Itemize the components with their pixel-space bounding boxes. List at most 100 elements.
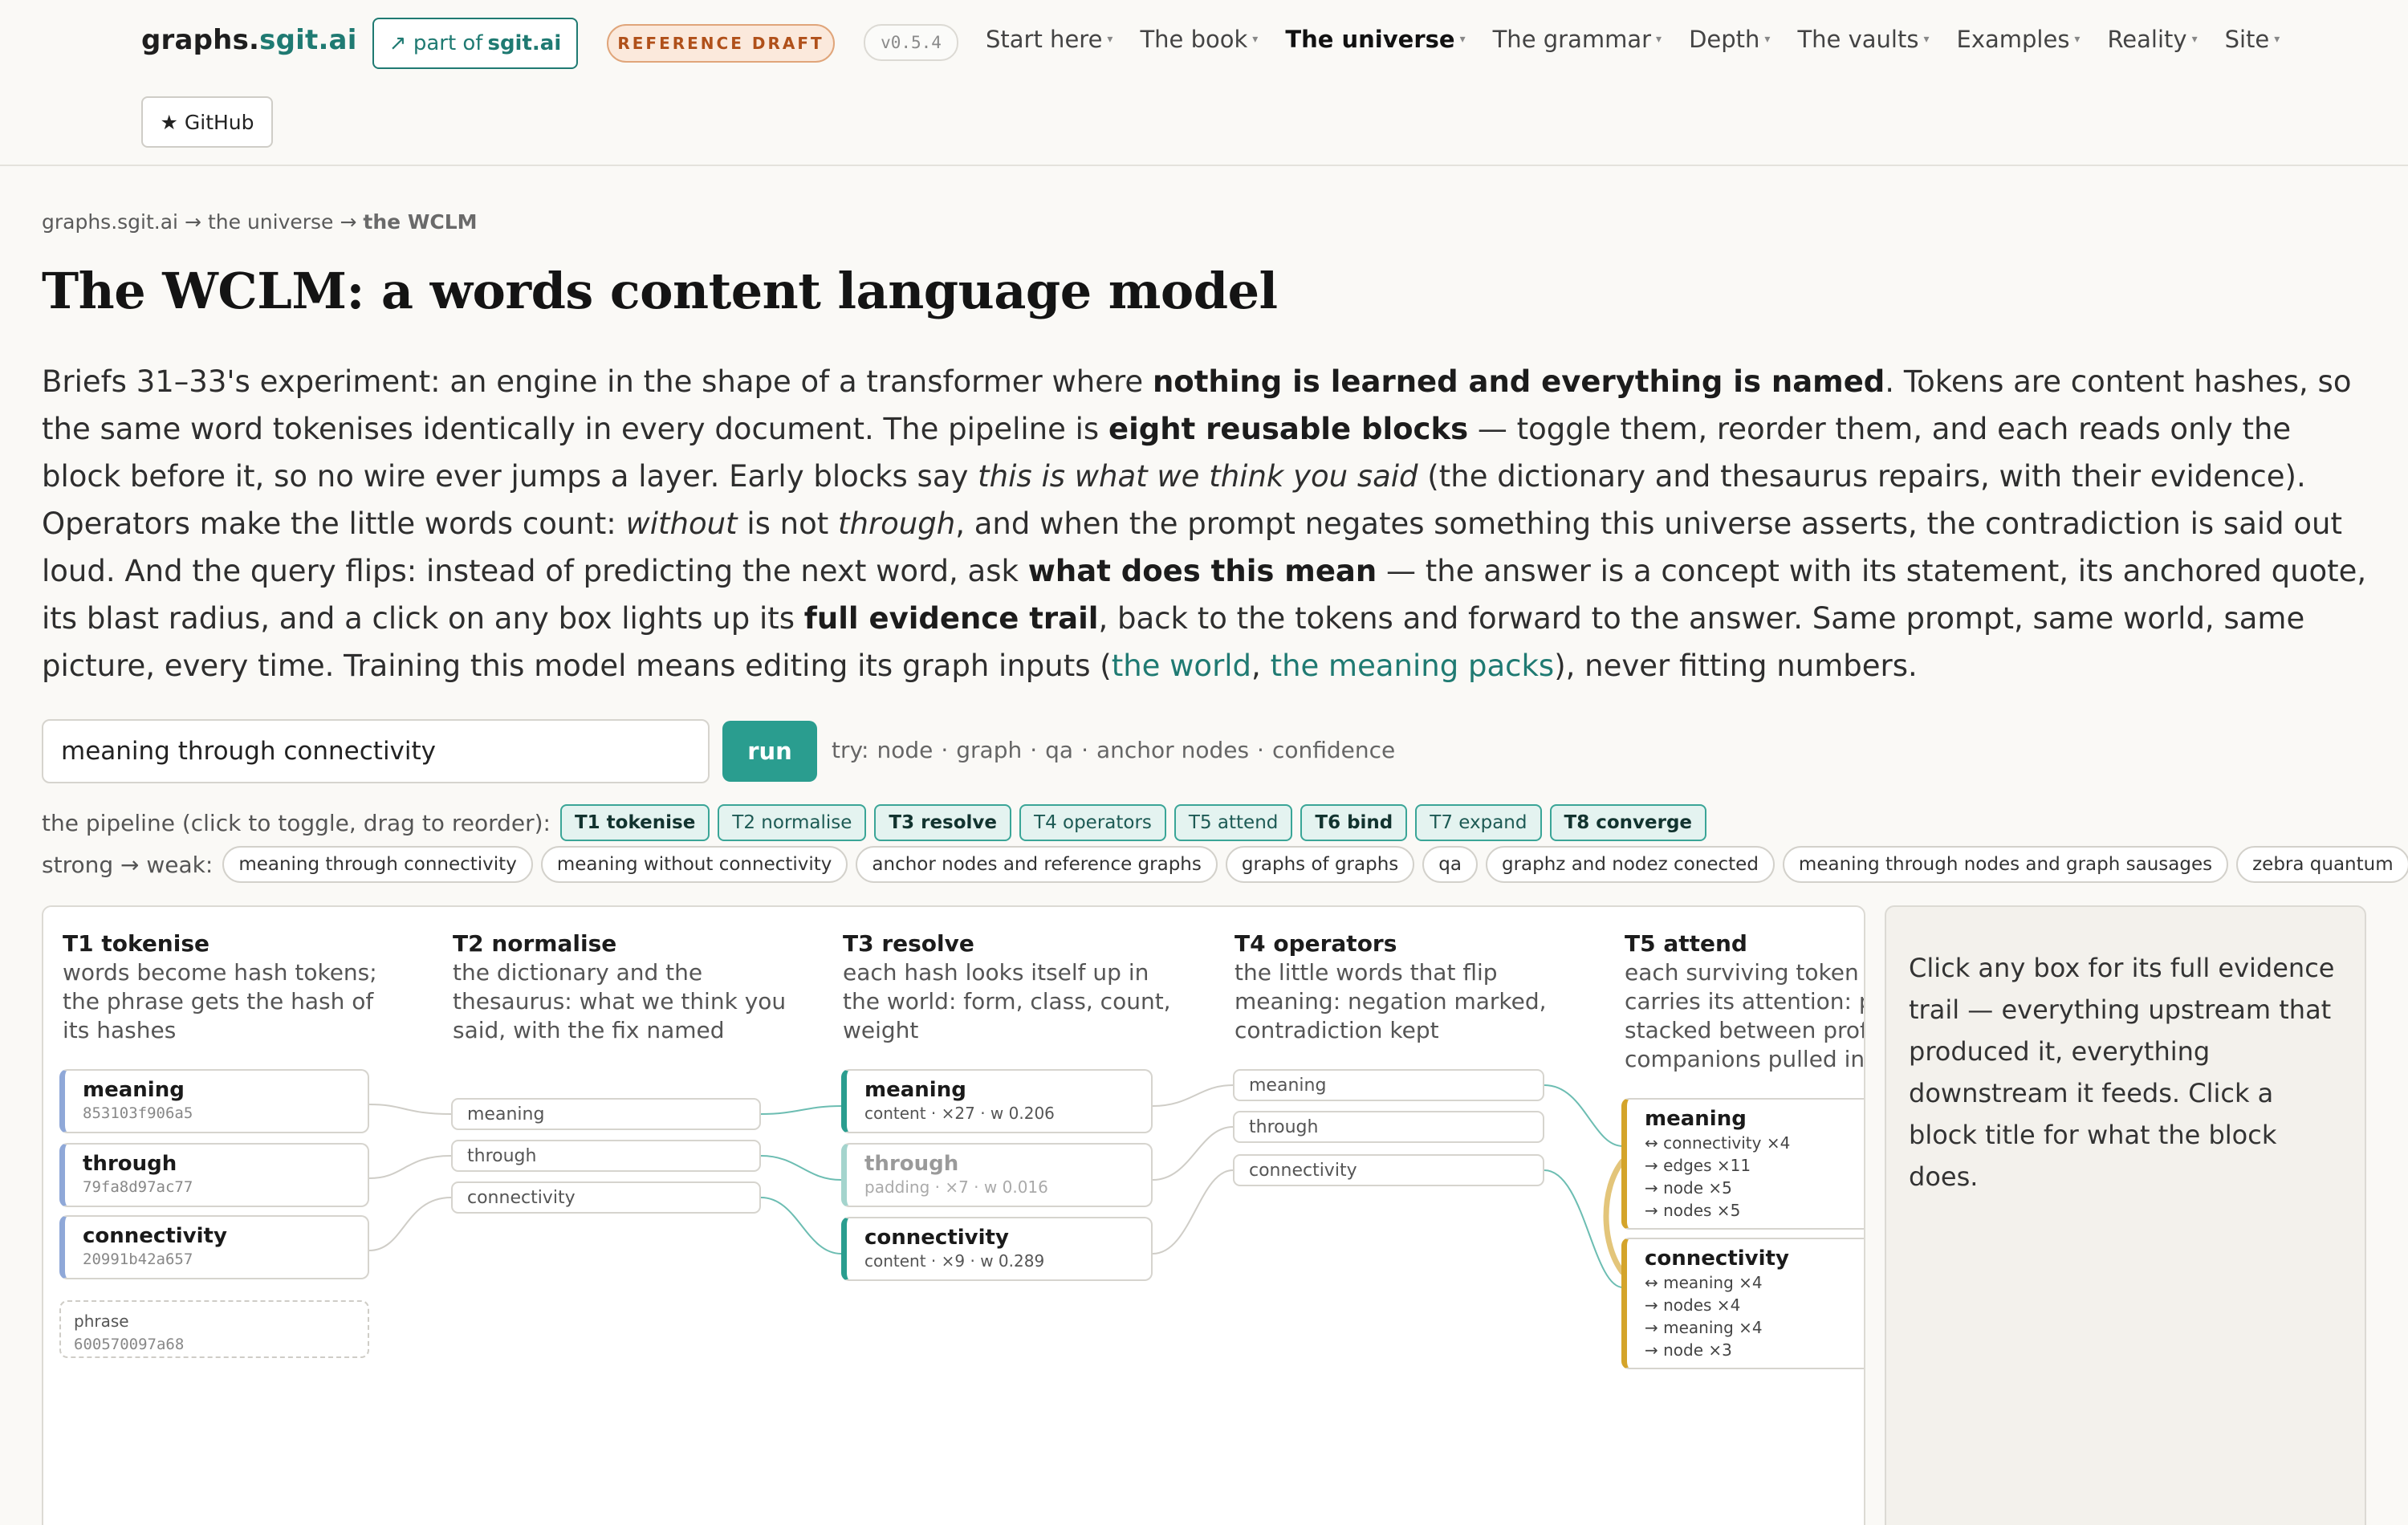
block-t3-header[interactable]: T3 resolve each hash looks itself up in … [843,929,1180,1045]
nav-start-here[interactable]: Start here ▾ [986,26,1112,53]
normalised-word-box[interactable]: meaning [451,1098,761,1130]
attended-token-box[interactable]: meaning ↔ connectivity ×4 → edges ×11 → … [1621,1098,1864,1230]
resolved-token-box[interactable]: meaning content · ×27 · w 0.206 [841,1069,1153,1133]
example-prompt-pill[interactable]: meaning through nodes and graph sausages [1782,846,2229,883]
part-of-sgit-link[interactable]: ↗ part of sgit.ai [372,18,578,69]
resolved-word: meaning [864,1078,966,1102]
try-item-qa[interactable]: qa [1045,737,1073,763]
token-box[interactable]: connectivity 20991b42a657 [59,1215,369,1279]
phrase-box[interactable]: phrase 600570097a68 [59,1300,369,1358]
attention-link: → nodes ×5 [1645,1201,1741,1220]
example-prompt-pill[interactable]: graphs of graphs [1225,846,1415,883]
block-t2-header[interactable]: T2 normalise the dictionary and the thes… [453,929,790,1045]
site-brand[interactable]: graphs.sgit.ai [141,24,357,56]
block-chip-t4-operators[interactable]: T4 operators [1019,804,1166,841]
wire [760,1155,842,1181]
resolved-token-box[interactable]: connectivity content · ×9 · w 0.289 [841,1217,1153,1281]
token-box[interactable]: meaning 853103f906a5 [59,1069,369,1133]
breadcrumb: graphs.sgit.ai → the universe → the WCLM [42,210,478,234]
intro-italic: through [838,506,956,541]
block-title[interactable]: T3 resolve [843,929,1180,958]
nav-reality[interactable]: Reality ▾ [2107,26,2197,53]
resolved-meta: padding · ×7 · w 0.016 [864,1177,1048,1197]
wire [368,1155,452,1179]
pipeline-row: the pipeline (click to toggle, drag to r… [42,803,1707,843]
intro-italic: this is what we think you said [978,459,1418,494]
try-separator: · [1081,737,1088,763]
nav-label: Reality [2107,26,2187,53]
block-chip-t1-tokenise[interactable]: T1 tokenise [559,804,710,841]
nav-the-universe[interactable]: The universe ▾ [1285,26,1465,53]
caret-down-icon: ▾ [1107,33,1113,46]
try-item-graph[interactable]: graph [956,737,1022,763]
part-of-site: sgit.ai [487,31,562,55]
block-t1-header[interactable]: T1 tokenise words become hash tokens; th… [63,929,400,1045]
resolved-token-box[interactable]: through padding · ×7 · w 0.016 [841,1143,1153,1207]
example-prompt-pill[interactable]: meaning through connectivity [222,846,533,883]
block-title[interactable]: T1 tokenise [63,929,400,958]
nav-depth[interactable]: Depth ▾ [1689,26,1770,53]
block-chip-t6-bind[interactable]: T6 bind [1300,804,1408,841]
normalised-word-box[interactable]: connectivity [451,1181,761,1214]
link-the-world[interactable]: the world [1112,649,1251,683]
caret-down-icon: ▾ [2074,33,2081,46]
token-box[interactable]: through 79fa8d97ac77 [59,1143,369,1207]
token-hash: 79fa8d97ac77 [83,1178,193,1196]
block-title[interactable]: T5 attend [1625,929,1864,958]
phrase-label: phrase [74,1312,129,1331]
nav-site[interactable]: Site ▾ [2225,26,2280,53]
caret-down-icon: ▾ [1459,33,1466,46]
operator-word-box[interactable]: through [1233,1111,1544,1143]
version-badge: v0.5.4 [864,24,958,61]
attended-token-box[interactable]: connectivity ↔ meaning ×4 → nodes ×4 → m… [1621,1238,1864,1369]
block-chip-t3-resolve[interactable]: T3 resolve [874,804,1012,841]
try-item-anchor-nodes[interactable]: anchor nodes [1096,737,1249,763]
nav-label: The grammar [1492,26,1652,53]
operator-word-box[interactable]: meaning [1233,1069,1544,1101]
example-prompt-pill[interactable]: zebra quantum [2236,846,2408,883]
nav-label: The vaults [1797,26,1919,53]
intro-paragraph: Briefs 31–33's experiment: an engine in … [42,358,2369,689]
block-title[interactable]: T2 normalise [453,929,790,958]
star-icon: ★ [160,110,178,134]
block-chip-t7-expand[interactable]: T7 expand [1415,804,1542,841]
query-input[interactable] [42,719,710,783]
wire [760,1197,842,1255]
caret-down-icon: ▾ [1923,33,1930,46]
nav-the-grammar[interactable]: The grammar ▾ [1493,26,1662,53]
block-title[interactable]: T4 operators [1235,929,1572,958]
nav-the-book[interactable]: The book ▾ [1140,26,1258,53]
example-prompt-pill[interactable]: meaning without connectivity [540,846,848,883]
try-item-node[interactable]: node [877,737,933,763]
github-button[interactable]: ★ GitHub [141,96,273,148]
caret-down-icon: ▾ [1656,33,1662,46]
try-item-confidence[interactable]: confidence [1272,737,1395,763]
block-chip-t8-converge[interactable]: T8 converge [1549,804,1707,841]
block-t5-header[interactable]: T5 attend each surviving token carries i… [1625,929,1864,1074]
caret-down-icon: ▾ [1764,33,1771,46]
example-prompt-pill[interactable]: qa [1422,846,1478,883]
run-button[interactable]: run [722,721,817,782]
intro-bold: full evidence trail [803,601,1099,636]
block-chip-t5-attend[interactable]: T5 attend [1173,804,1293,841]
attended-word: connectivity [1645,1246,1789,1271]
breadcrumb-root[interactable]: graphs.sgit.ai [42,210,178,234]
attention-link: ↔ meaning ×4 [1645,1273,1763,1292]
link-meaning-packs[interactable]: the meaning packs [1271,649,1555,683]
normalised-word-box[interactable]: through [451,1140,761,1172]
evidence-detail-panel: Click any box for its full evidence trai… [1885,905,2366,1525]
example-prompt-pill[interactable]: anchor nodes and reference graphs [856,846,1218,883]
operator-word-box[interactable]: connectivity [1233,1154,1544,1186]
block-t4-header[interactable]: T4 operators the little words that flip … [1235,929,1572,1045]
try-separator: · [1257,737,1264,763]
draft-badge: REFERENCE DRAFT [607,24,835,63]
phrase-hash: 600570097a68 [74,1336,185,1353]
breadcrumb-section[interactable]: the universe [208,210,333,234]
pipeline-stage: T1 tokenise words become hash tokens; th… [42,905,1865,1525]
example-prompt-pill[interactable]: graphz and nodez conected [1485,846,1775,883]
block-chip-t2-normalise[interactable]: T2 normalise [718,804,867,841]
intro-text: is not [737,506,838,541]
nav-examples[interactable]: Examples ▾ [1957,26,2081,53]
nav-the-vaults[interactable]: The vaults ▾ [1797,26,1929,53]
caret-down-icon: ▾ [2274,33,2280,46]
